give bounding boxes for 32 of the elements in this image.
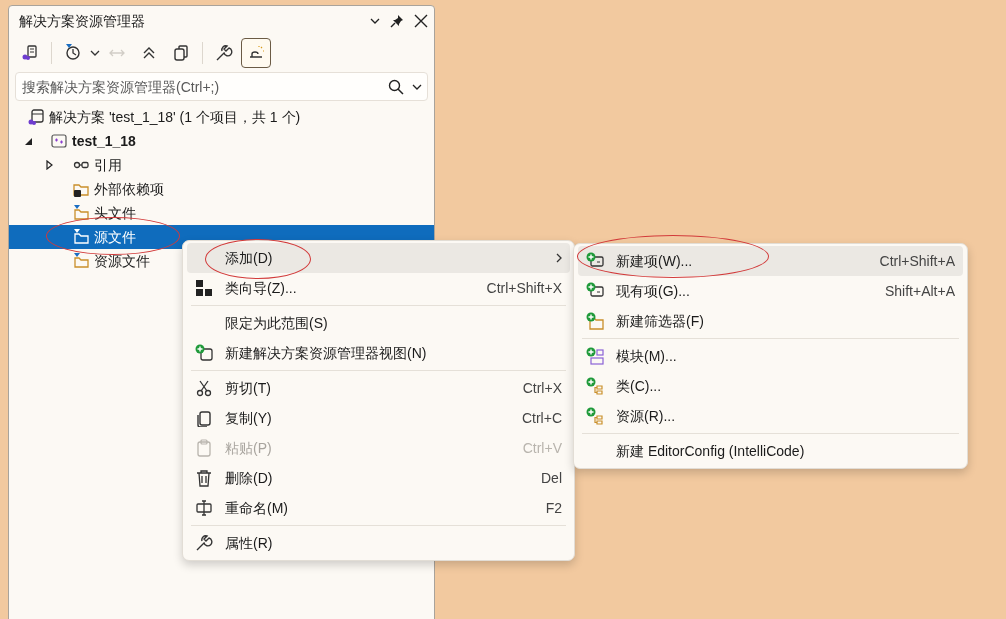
menu-item-label: 新建 EditorConfig (IntelliCode) bbox=[616, 441, 805, 461]
tree-item-label: 源文件 bbox=[94, 227, 136, 247]
menu-item-label: 现有项(G)... bbox=[616, 281, 690, 301]
shortcut-text: Ctrl+Shift+A bbox=[879, 251, 955, 271]
menu-item-label: 资源(R)... bbox=[616, 406, 676, 426]
shortcut-text: Ctrl+X bbox=[522, 378, 562, 398]
menu-item-label: 新建筛选器(F) bbox=[616, 311, 704, 331]
menu-item-label: 限定为此范围(S) bbox=[225, 313, 328, 333]
shortcut-text: Ctrl+V bbox=[522, 438, 562, 458]
menu-item-label: 新建项(W)... bbox=[616, 251, 693, 271]
menu-item-label: 删除(D) bbox=[225, 468, 273, 488]
tree-item-label: test_1_18 bbox=[72, 131, 136, 151]
menu-item-label: 类向导(Z)... bbox=[225, 278, 297, 298]
tree-item-label: 资源文件 bbox=[94, 251, 150, 271]
tree-item-label: 解决方案 'test_1_18' (1 个项目，共 1 个) bbox=[49, 107, 301, 127]
menu-item-label: 粘贴(P) bbox=[225, 438, 272, 458]
tree-item-label: 引用 bbox=[94, 155, 122, 175]
shortcut-text: Ctrl+C bbox=[521, 408, 562, 428]
shortcut-text: Ctrl+Shift+X bbox=[486, 278, 562, 298]
menu-item-label: 新建解决方案资源管理器视图(N) bbox=[225, 343, 427, 363]
menu-item-label: 属性(R) bbox=[225, 533, 273, 553]
menu-item-label: 添加(D) bbox=[225, 248, 273, 268]
shortcut-text: Del bbox=[541, 468, 562, 488]
shortcut-text: Shift+Alt+A bbox=[884, 281, 955, 301]
menu-item-label: 复制(Y) bbox=[225, 408, 272, 428]
panel-title: 解决方案资源管理器 bbox=[19, 11, 146, 31]
shortcut-text: F2 bbox=[545, 498, 562, 518]
menu-item-label: 剪切(T) bbox=[225, 378, 271, 398]
tree-item-label: 外部依赖项 bbox=[94, 179, 164, 199]
menu-item-label: 类(C)... bbox=[616, 376, 662, 396]
menu-item-label: 模块(M)... bbox=[616, 346, 677, 366]
menu-item-label: 重命名(M) bbox=[225, 498, 288, 518]
